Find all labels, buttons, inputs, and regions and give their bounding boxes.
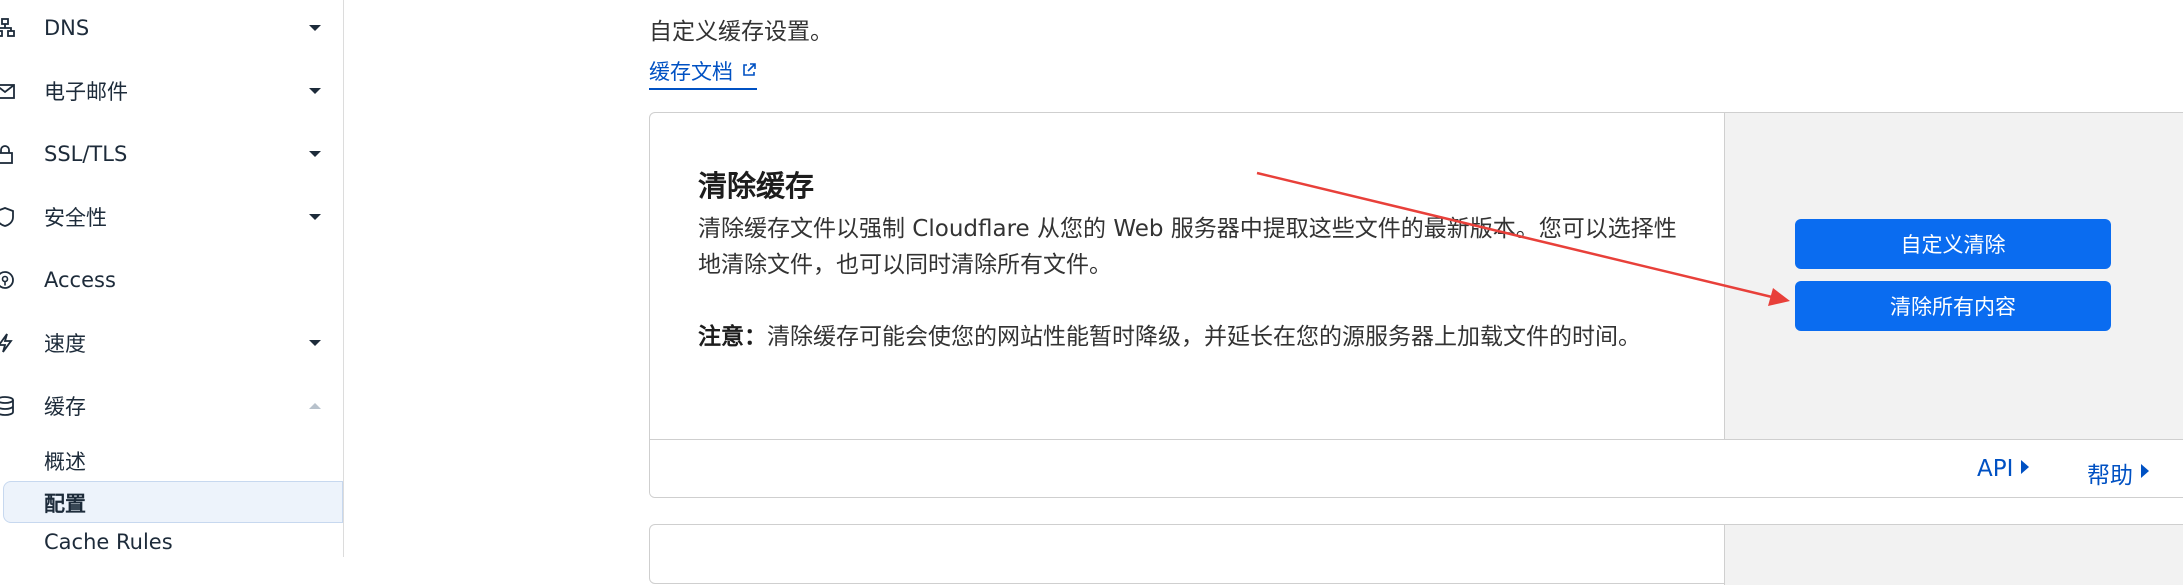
next-card-action-panel (1724, 525, 2183, 585)
card-title: 清除缓存 (698, 169, 815, 203)
sidebar-item-label: SSL/TLS (44, 142, 128, 166)
sidebar-item-label: Access (44, 268, 116, 292)
cache-docs-link-label: 缓存文档 (649, 60, 733, 84)
chevron-up-icon (307, 398, 323, 414)
sidebar-subitem-cache-rules[interactable]: Cache Rules (44, 530, 173, 554)
sidebar-item-access[interactable]: Access (0, 260, 343, 300)
sidebar-item-ssl-tls[interactable]: SSL/TLS (0, 134, 343, 174)
sidebar: DNS 电子邮件 SSL/TLS 安全性 Access 速度 缓存 概述 配置 … (0, 0, 344, 557)
api-link[interactable]: API (1977, 456, 2031, 482)
sidebar-item-cache[interactable]: 缓存 (0, 386, 343, 426)
next-settings-card (649, 524, 2183, 585)
chevron-down-icon (307, 83, 323, 99)
chevron-down-icon (307, 146, 323, 162)
sidebar-item-label: 速度 (44, 332, 86, 356)
chevron-down-icon (307, 335, 323, 351)
sidebar-item-email[interactable]: 电子邮件 (0, 71, 343, 111)
note-label: 注意： (698, 324, 767, 350)
api-link-label: API (1977, 456, 2014, 482)
sidebar-item-speed[interactable]: 速度 (0, 323, 343, 363)
card-action-panel (1724, 113, 2183, 439)
cache-icon (0, 395, 16, 417)
sidebar-item-label: DNS (44, 16, 90, 40)
card-note: 注意：清除缓存可能会使您的网站性能暂时降级，并延长在您的源服务器上加载文件的时间… (698, 319, 1658, 355)
help-link[interactable]: 帮助 (2087, 456, 2151, 490)
external-link-icon (741, 59, 757, 83)
sidebar-item-dns[interactable]: DNS (0, 8, 343, 48)
shield-icon (0, 206, 16, 228)
sidebar-subitem-overview[interactable]: 概述 (44, 446, 86, 476)
purge-cache-card: 清除缓存 清除缓存文件以强制 Cloudflare 从您的 Web 服务器中提取… (649, 112, 2183, 498)
mail-icon (0, 80, 16, 102)
card-description: 清除缓存文件以强制 Cloudflare 从您的 Web 服务器中提取这些文件的… (698, 216, 1677, 278)
chevron-down-icon (307, 20, 323, 36)
note-text: 清除缓存可能会使您的网站性能暂时降级，并延长在您的源服务器上加载文件的时间。 (767, 324, 1641, 350)
card-footer: API 帮助 (650, 439, 2183, 497)
cache-docs-link[interactable]: 缓存文档 (649, 56, 757, 90)
page-intro-text: 自定义缓存设置。 (649, 19, 833, 45)
sidebar-subitem-configuration[interactable]: 配置 (44, 488, 86, 518)
caret-right-icon (2139, 460, 2151, 486)
chevron-down-icon (307, 209, 323, 225)
help-link-label: 帮助 (2087, 463, 2133, 489)
sidebar-item-label: 缓存 (44, 395, 86, 419)
dns-icon (0, 17, 16, 39)
access-icon (0, 269, 16, 291)
sidebar-item-label: 安全性 (44, 206, 107, 230)
custom-purge-button[interactable]: 自定义清除 (1795, 219, 2111, 269)
lightning-icon (0, 332, 16, 354)
purge-everything-button[interactable]: 清除所有内容 (1795, 281, 2111, 331)
lock-icon (0, 143, 16, 165)
caret-right-icon (2019, 456, 2031, 482)
sidebar-item-label: 电子邮件 (44, 80, 128, 104)
sidebar-item-security[interactable]: 安全性 (0, 197, 343, 237)
